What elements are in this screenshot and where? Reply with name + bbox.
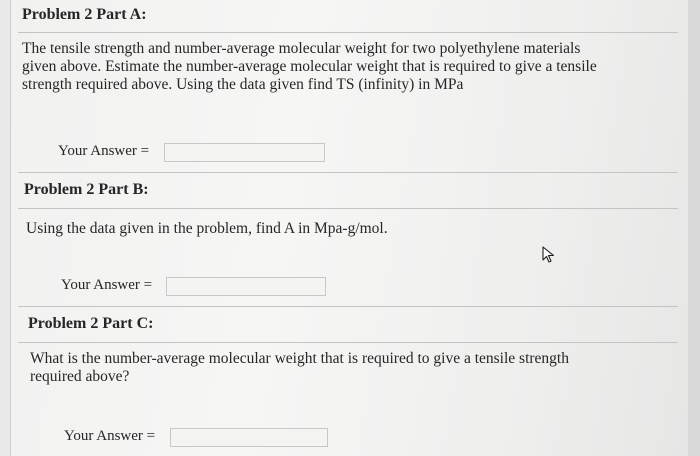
part-b-top-divider <box>18 172 678 173</box>
part-a-answer-label: Your Answer = <box>58 143 150 159</box>
part-b-divider <box>18 208 678 209</box>
part-b-answer-label: Your Answer = <box>61 277 153 293</box>
part-b-heading: Problem 2 Part B: <box>24 181 149 198</box>
mouse-pointer-icon <box>542 246 555 263</box>
part-a-question: The tensile strength and number-average … <box>22 40 677 94</box>
part-b-question: Using the data given in the problem, fin… <box>26 220 388 237</box>
part-c-question-line-1: What is the number-average molecular wei… <box>30 350 569 367</box>
part-a-answer-input[interactable] <box>164 143 325 162</box>
part-c-answer-input[interactable] <box>170 428 328 447</box>
part-c-divider <box>18 342 678 343</box>
part-c-top-divider <box>18 306 678 307</box>
part-a-heading: Problem 2 Part A: <box>22 6 147 23</box>
part-b-answer-input[interactable] <box>166 277 326 296</box>
page-edge <box>688 0 700 456</box>
part-c-answer-label: Your Answer = <box>64 428 156 444</box>
part-a-question-line-1: The tensile strength and number-average … <box>22 40 581 57</box>
part-a-divider <box>18 32 678 33</box>
part-a-question-line-2: given above. Estimate the number-average… <box>22 58 597 75</box>
part-c-question-line-2: required above? <box>30 368 130 385</box>
part-c-heading: Problem 2 Part C: <box>28 315 154 332</box>
part-c-question: What is the number-average molecular wei… <box>30 350 675 386</box>
part-a-question-line-3: strength required above. Using the data … <box>22 76 464 93</box>
